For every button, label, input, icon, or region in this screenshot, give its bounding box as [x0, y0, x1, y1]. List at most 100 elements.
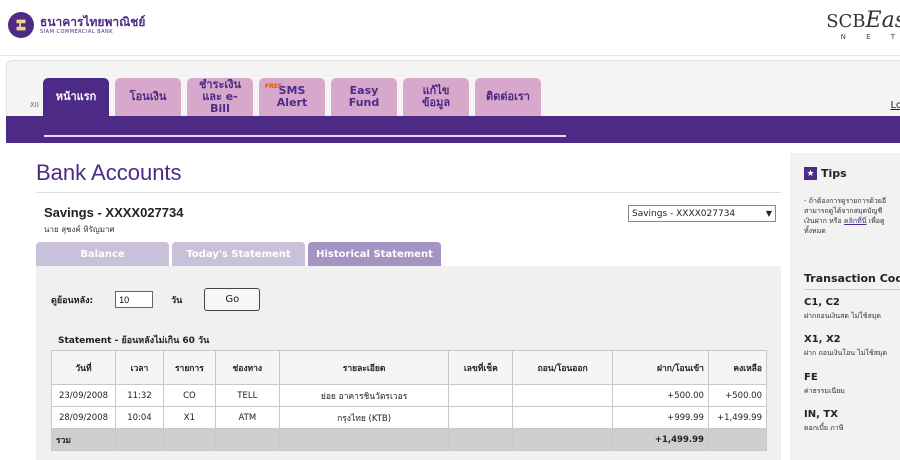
nav-tab-contact[interactable]: ติดต่อเรา — [475, 78, 541, 116]
bank-name-thai: ธนาคารไทยพาณิชย์ — [40, 14, 146, 29]
tab-todays-statement[interactable]: Today's Statement — [172, 242, 305, 266]
column-header: เลขที่เช็ค — [448, 350, 514, 385]
table-total-row: รวม +1,499.99 — [51, 428, 768, 451]
go-button[interactable]: Go — [204, 288, 261, 311]
table-row: 28/09/2008 10:04 X1 ATM กรุงไทย (KTB) +9… — [51, 406, 768, 429]
total-label: รวม — [51, 428, 116, 451]
nav-tab-label: โอนเงิน — [129, 90, 167, 103]
cell-detail: ย่อย อาคารชินวัตรเวอร — [278, 384, 450, 407]
total-empty-cell — [278, 428, 450, 451]
column-header: วันที่ — [51, 350, 116, 385]
cell-balance: +1,499.99 — [707, 406, 768, 429]
code-x1-x2: X1, X2 — [804, 334, 841, 345]
tips-line-text: เงินฝาก หรือ — [804, 217, 842, 225]
nav-small-label: XII — [30, 101, 39, 109]
lookback-label: ดูย้อนหลัง: — [51, 295, 94, 306]
tips-line: สามารถดูได้จากสมุดบัญชี — [804, 207, 883, 215]
cell-deposit: +999.99 — [612, 406, 709, 429]
total-deposit: +1,499.99 — [612, 428, 709, 451]
code-desc: ฝาก ถอนเงินโอน ไม่ใช้สมุด — [804, 349, 888, 357]
tips-heading: ★ Tips — [804, 167, 847, 180]
days-input[interactable] — [115, 291, 154, 308]
account-owner-name: นาย สุชงค์ หิรัญมาศ — [44, 225, 115, 234]
tab-balance[interactable]: Balance — [36, 242, 169, 266]
column-header: ถอน/โอนออก — [512, 350, 614, 385]
nav-tab-easy-fund[interactable]: Easy Fund — [331, 78, 397, 116]
account-title: Savings - XXXX027734 — [44, 205, 184, 220]
tab-label: Balance — [80, 248, 125, 260]
cell-deposit: +500.00 — [612, 384, 709, 407]
tips-title: Tips — [821, 167, 847, 180]
column-header: รายการ — [162, 350, 216, 385]
column-header: เวลา — [114, 350, 164, 385]
tips-line: เงินฝาก หรือ คลิกที่นี่ เพื่อดู — [804, 216, 900, 226]
nav-tab-home[interactable]: หน้าแรก — [43, 78, 109, 116]
nav-tab-label: Easy Fund — [348, 84, 380, 109]
scb-easy-page: ธนาคารไทยพาณิชย์ SIAM COMMERCIAL BANK SC… — [0, 0, 900, 460]
column-header: คงเหลือ — [707, 350, 768, 385]
tab-label: Today's Statement — [186, 248, 291, 260]
cell-date: 23/09/2008 — [51, 384, 116, 407]
logout-link[interactable]: Lo — [890, 100, 900, 111]
scb-logo-text: SCB — [826, 11, 866, 32]
star-icon: ★ — [804, 167, 817, 180]
net-logo-text: N E T — [840, 33, 900, 41]
account-select-value: Savings - XXXX027734 — [632, 208, 736, 219]
nav-tab-edit-profile[interactable]: แก้ไขข้อมูล — [403, 78, 469, 116]
title-divider — [36, 192, 781, 193]
code-desc: ดอกเบี้ย ภาษี — [804, 424, 844, 432]
scb-easy-logo: SCBEas N E T — [826, 8, 900, 41]
code-fe: FE — [804, 372, 818, 383]
tab-label: Historical Statement — [316, 248, 433, 260]
transaction-codes-title: Transaction Codes — [804, 272, 900, 285]
nav-tab-bill-payment[interactable]: ชำระเงิน และ e-Bill — [187, 78, 253, 116]
bank-logo[interactable]: ธนาคารไทยพาณิชย์ SIAM COMMERCIAL BANK — [8, 12, 145, 38]
main-nav-tabs: หน้าแรก โอนเงิน ชำระเงิน และ e-Bill FREE… — [43, 78, 547, 116]
cell-time: 10:04 — [114, 406, 164, 429]
code-desc: ฝากถอนเงินสด ไม่ใช้สมุด — [804, 312, 881, 320]
total-empty-cell — [707, 428, 768, 451]
nav-purple-bar — [6, 116, 900, 143]
nav-tab-sms-alert[interactable]: FREE SMS Alert — [259, 78, 325, 116]
total-empty-cell — [448, 428, 514, 451]
total-empty-cell — [214, 428, 280, 451]
statement-caption: Statement - ย้อนหลังไม่เกิน 60 วัน — [58, 336, 210, 346]
total-empty-cell — [512, 428, 614, 451]
chevron-down-icon: ▼ — [765, 209, 772, 218]
statement-table: วันที่ เวลา รายการ ช่องทาง รายละเอียด เล… — [51, 350, 768, 451]
free-badge: FREE — [265, 83, 282, 90]
nav-tab-transfer[interactable]: โอนเงิน — [115, 78, 181, 116]
code-c1-c2: C1, C2 — [804, 297, 840, 308]
tips-line: - ถ้าต้องการดูรายการด้วยอี — [804, 197, 887, 205]
bank-name-english: SIAM COMMERCIAL BANK — [40, 28, 114, 35]
account-select[interactable]: Savings - XXXX027734 ▼ — [628, 205, 776, 222]
page-title: Bank Accounts — [36, 160, 182, 185]
code-in-tx: IN, TX — [804, 409, 838, 420]
cell-cheque — [448, 384, 514, 407]
tips-after-link: เพื่อดู — [866, 217, 885, 225]
scb-emblem-icon — [8, 12, 34, 38]
cell-channel: TELL — [214, 384, 280, 407]
tips-click-here-link[interactable]: คลิกที่นี่ — [844, 217, 867, 225]
nav-underline — [44, 135, 566, 137]
nav-tab-label: แก้ไขข้อมูล — [421, 84, 451, 109]
cell-channel: ATM — [214, 406, 280, 429]
tab-historical-statement[interactable]: Historical Statement — [308, 242, 441, 266]
nav-tab-label-line2: และ e-Bill — [202, 90, 238, 115]
tips-line: ทั้งหมด — [804, 227, 826, 235]
cell-balance: +500.00 — [707, 384, 768, 407]
cell-time: 11:32 — [114, 384, 164, 407]
column-header: ฝาก/โอนเข้า — [612, 350, 709, 385]
easy-logo-text: Eas — [865, 8, 900, 33]
cell-detail: กรุงไทย (KTB) — [278, 406, 450, 429]
statement-tabs: Balance Today's Statement Historical Sta… — [36, 242, 444, 266]
table-header-row: วันที่ เวลา รายการ ช่องทาง รายละเอียด เล… — [51, 350, 768, 385]
column-header: ช่องทาง — [214, 350, 280, 385]
cell-code: CO — [162, 384, 216, 407]
code-desc: ค่าธรรมเนียม — [804, 387, 845, 395]
nav-tab-label: หน้าแรก — [55, 90, 97, 103]
cell-code: X1 — [162, 406, 216, 429]
total-empty-cell — [162, 428, 216, 451]
total-empty-cell — [114, 428, 164, 451]
tips-body: - ถ้าต้องการดูรายการด้วยอี สามารถดูได้จา… — [804, 196, 900, 236]
